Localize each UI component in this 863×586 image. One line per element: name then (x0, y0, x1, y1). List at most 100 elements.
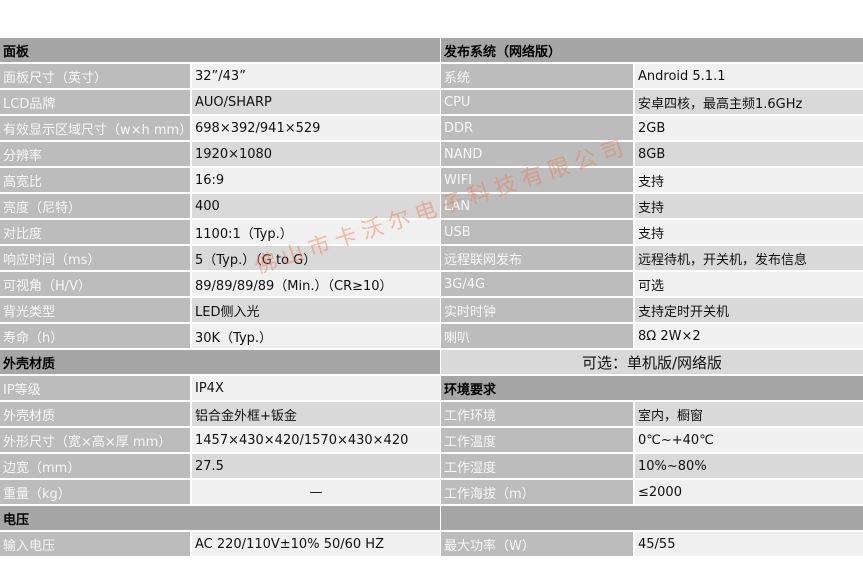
spec-row: 3G/4G 可选 (441, 272, 863, 298)
spec-row: 系统 Android 5.1.1 (441, 64, 863, 90)
table-row: 有效显示区域尺寸（w×h mm） 698×392/941×529 DDR 2GB (0, 116, 863, 142)
spec-label: 实时时钟 (441, 298, 635, 324)
spec-value: 400 (192, 194, 440, 220)
spec-label: 最大功率（W） (441, 532, 635, 558)
spec-label: 可视角（H/V） (0, 272, 192, 298)
spec-table: 面板 发布系统（网络版） 面板尺寸（英寸） 32”/43” 系统 Android 5.1.… (0, 38, 863, 558)
spec-row: 有效显示区域尺寸（w×h mm） 698×392/941×529 (0, 116, 441, 142)
spec-row: 重量（kg） — (0, 480, 441, 506)
spec-value: 1457×430×420/1570×430×420 (192, 428, 440, 454)
spec-value: 89/89/89/89（Min.）（CR≥10） (192, 272, 440, 298)
table-row: LCD品牌 AUO/SHARP CPU 安卓四核，最高主频1.6GHz (0, 90, 863, 116)
table-row: 高宽比 16:9 WIFI 支持 (0, 168, 863, 194)
spec-value: 1920×1080 (192, 142, 440, 168)
spec-label: USB (441, 220, 635, 246)
spec-row: CPU 安卓四核，最高主频1.6GHz (441, 90, 863, 116)
spec-value: 支持 (635, 194, 863, 220)
spec-value: 45/55 (635, 532, 863, 558)
table-row: 寿命（h） 30K（Typ.） 喇叭 8Ω 2W×2 (0, 324, 863, 350)
table-row: 背光类型 LED侧入光 实时时钟 支持定时开关机 (0, 298, 863, 324)
section-header: 面板 (0, 38, 441, 64)
spec-row: LCD品牌 AUO/SHARP (0, 90, 441, 116)
section-title: 面板 (0, 38, 440, 64)
spec-row: 面板尺寸（英寸） 32”/43” (0, 64, 441, 90)
table-row: 可视角（H/V） 89/89/89/89（Min.）（CR≥10） 3G/4G 可选 (0, 272, 863, 298)
table-row: 外形尺寸（宽×高×厚 mm） 1457×430×420/1570×430×420 工… (0, 428, 863, 454)
spec-value: — (192, 480, 440, 506)
spec-row: USB 支持 (441, 220, 863, 246)
spec-row: 可视角（H/V） 89/89/89/89（Min.）（CR≥10） (0, 272, 441, 298)
spec-value: 支持定时开关机 (635, 298, 863, 324)
spec-value: 27.5 (192, 454, 440, 480)
table-row: 对比度 1100:1（Typ.） USB 支持 (0, 220, 863, 246)
table-row: 分辨率 1920×1080 NAND 8GB (0, 142, 863, 168)
table-row: 输入电压 AC 220/110V±10% 50/60 HZ 最大功率（W） 45/55 (0, 532, 863, 558)
spec-value: 32”/43” (192, 64, 440, 90)
spec-value: 可选 (635, 272, 863, 298)
spec-label: 工作环境 (441, 402, 635, 428)
spec-value: 支持 (635, 220, 863, 246)
table-row: 面板 发布系统（网络版） (0, 38, 863, 64)
spec-row: 亮度（尼特） 400 (0, 194, 441, 220)
spec-label: 工作海拔（m） (441, 480, 635, 506)
spec-value: 2GB (635, 116, 863, 142)
spec-row: LAN 支持 (441, 194, 863, 220)
spec-value: AC 220/110V±10% 50/60 HZ (192, 532, 440, 558)
spec-label: 3G/4G (441, 272, 635, 298)
section-title: 电压 (0, 506, 440, 532)
spec-value: 支持 (635, 168, 863, 194)
section-title: 环境要求 (441, 376, 863, 402)
spec-value: 0℃~+40℃ (635, 428, 863, 454)
section-header: 电压 (0, 506, 441, 532)
spec-value: 远程待机，开关机，发布信息 (635, 246, 863, 272)
spec-row: 工作海拔（m） ≤2000 (441, 480, 863, 506)
blank-bar (441, 506, 863, 532)
spec-label: 喇叭 (441, 324, 635, 350)
section-header: 发布系统（网络版） (441, 38, 863, 64)
spec-label: 寿命（h） (0, 324, 192, 350)
spec-row: 实时时钟 支持定时开关机 (441, 298, 863, 324)
spec-value: 8GB (635, 142, 863, 168)
spec-value: AUO/SHARP (192, 90, 440, 116)
spec-label: 外形尺寸（宽×高×厚 mm） (0, 428, 192, 454)
spec-row: 背光类型 LED侧入光 (0, 298, 441, 324)
section-title: 外壳材质 (0, 350, 440, 376)
spec-label: WIFI (441, 168, 635, 194)
section-title: 发布系统（网络版） (441, 38, 863, 64)
spec-label: 工作湿度 (441, 454, 635, 480)
spec-row: 响应时间（ms） 5（Typ.）（G to G） (0, 246, 441, 272)
spec-label: 工作温度 (441, 428, 635, 454)
table-row: 重量（kg） — 工作海拔（m） ≤2000 (0, 480, 863, 506)
edition-note: 可选：单机版/网络版 (441, 350, 863, 376)
spec-label: 分辨率 (0, 142, 192, 168)
spec-label: DDR (441, 116, 635, 142)
table-row: 外壳材质 可选：单机版/网络版 (0, 350, 863, 376)
spec-row: 寿命（h） 30K（Typ.） (0, 324, 441, 350)
table-row: 电压 (0, 506, 863, 532)
table-row: 边宽（mm） 27.5 工作湿度 10%~80% (0, 454, 863, 480)
spec-row: 外形尺寸（宽×高×厚 mm） 1457×430×420/1570×430×420 (0, 428, 441, 454)
spec-label: 对比度 (0, 220, 192, 246)
spec-value: 5（Typ.）（G to G） (192, 246, 440, 272)
spec-row: 喇叭 8Ω 2W×2 (441, 324, 863, 350)
spec-row: 工作环境 室内，橱窗 (441, 402, 863, 428)
spec-row: 边宽（mm） 27.5 (0, 454, 441, 480)
spec-value: 10%~80% (635, 454, 863, 480)
table-row: 响应时间（ms） 5（Typ.）（G to G） 远程联网发布 远程待机，开关机，发布… (0, 246, 863, 272)
spec-value: IP4X (192, 376, 440, 402)
spec-value: 铝合金外框+钣金 (192, 402, 440, 428)
spec-label: CPU (441, 90, 635, 116)
spec-value: 室内，橱窗 (635, 402, 863, 428)
section-header: 环境要求 (441, 376, 863, 402)
spec-label: 系统 (441, 64, 635, 90)
table-row: 亮度（尼特） 400 LAN 支持 (0, 194, 863, 220)
spec-label: 高宽比 (0, 168, 192, 194)
spec-value: ≤2000 (635, 480, 863, 506)
spec-label: 输入电压 (0, 532, 192, 558)
spec-value: Android 5.1.1 (635, 64, 863, 90)
spec-value: 16:9 (192, 168, 440, 194)
spec-value: 8Ω 2W×2 (635, 324, 863, 350)
spec-row: 工作湿度 10%~80% (441, 454, 863, 480)
spec-value: 698×392/941×529 (192, 116, 440, 142)
spec-value: 1100:1（Typ.） (192, 220, 440, 246)
